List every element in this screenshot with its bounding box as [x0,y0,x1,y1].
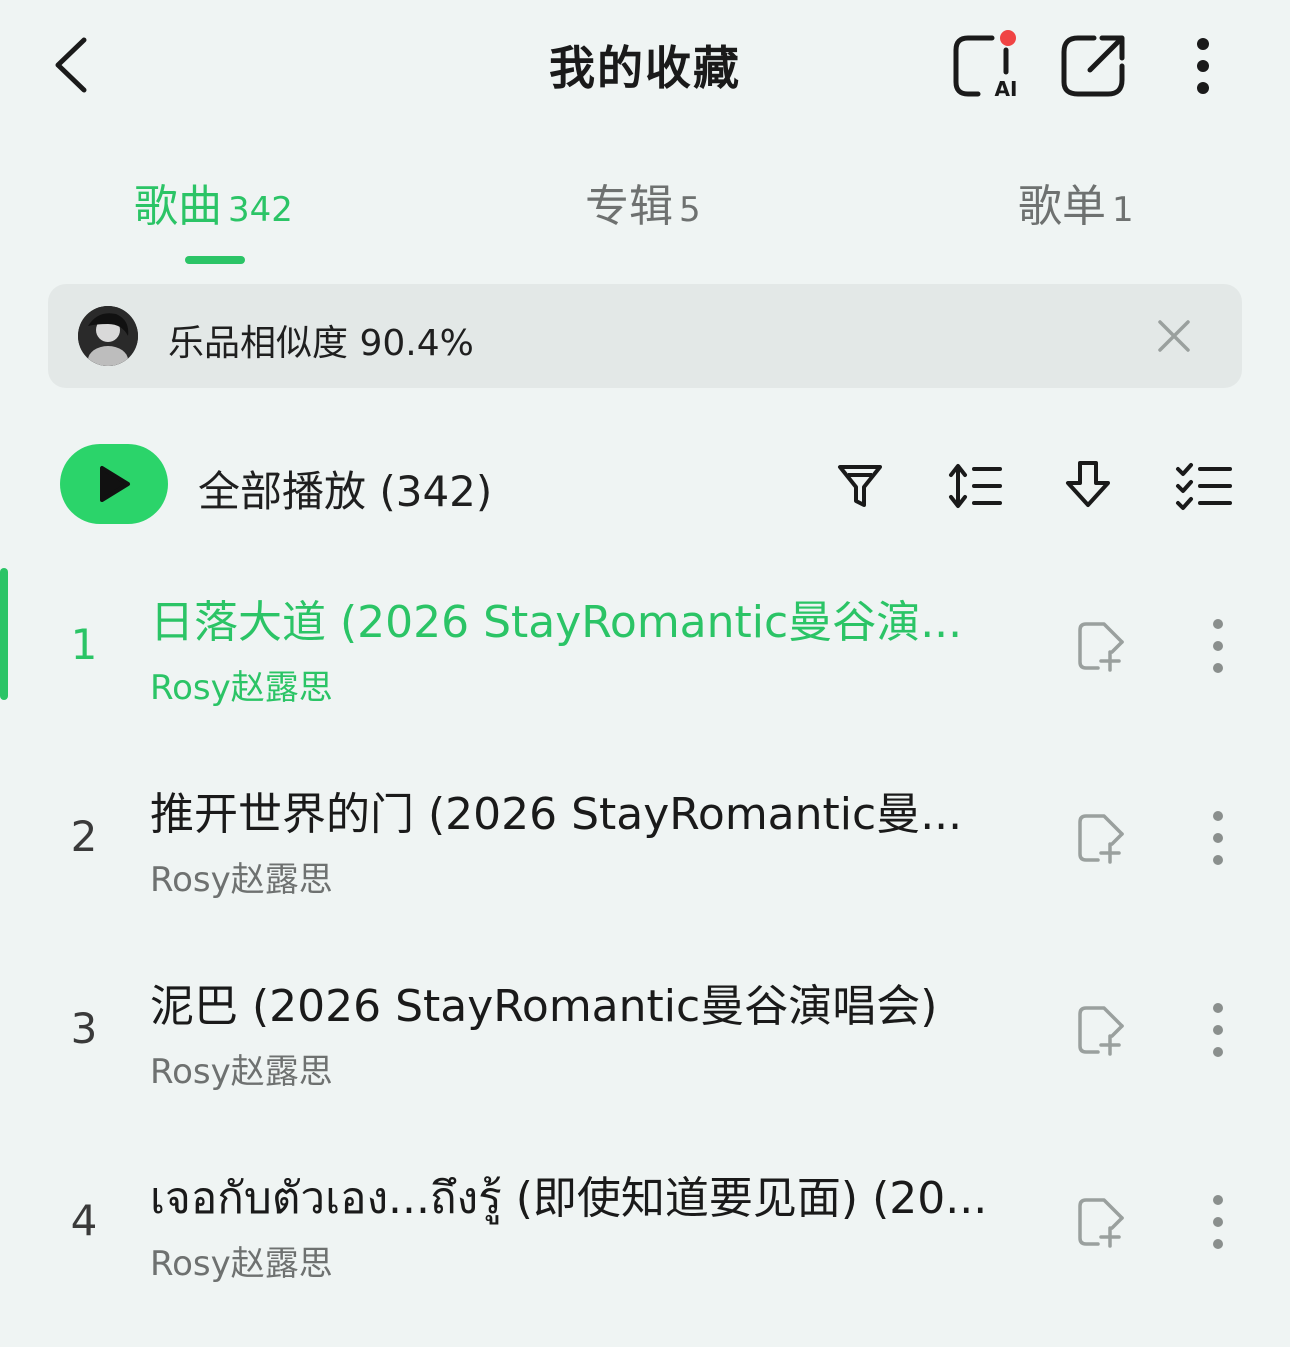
play-icon [100,466,130,502]
song-title: 日落大道 (2026 StayRomantic曼谷演... [150,597,963,648]
play-all-button[interactable] [60,444,168,524]
more-vertical-icon [1213,619,1223,673]
tab-playlists-count: 1 [1112,190,1134,230]
song-row[interactable]: 3 泥巴 (2026 StayRomantic曼谷演唱会) Rosy赵露思 [0,944,1290,1124]
multi-select-button[interactable] [1174,455,1234,515]
tab-songs[interactable]: 歌曲 342 [134,170,293,234]
song-artist: Rosy赵露思 [150,668,333,708]
add-to-playlist-button[interactable] [1072,998,1132,1058]
tab-albums-label: 专辑 [585,181,673,232]
song-title: 泥巴 (2026 StayRomantic曼谷演唱会) [150,981,938,1032]
song-more-button[interactable] [1196,1190,1240,1254]
song-more-button[interactable] [1196,806,1240,870]
download-button[interactable] [1058,455,1118,515]
similarity-text: 乐品相似度 90.4% [168,323,474,364]
tab-songs-label: 歌曲 [134,181,222,232]
add-to-playlist-button[interactable] [1072,806,1132,866]
tab-songs-count: 342 [228,190,293,230]
tab-albums[interactable]: 专辑 5 [585,170,701,234]
tab-albums-count: 5 [679,190,701,230]
multi-select-icon [1176,463,1232,510]
download-icon [1066,461,1110,507]
filter-button[interactable] [830,455,890,515]
song-index: 3 [70,1004,98,1053]
song-row[interactable]: 1 日落大道 (2026 StayRomantic曼谷演... Rosy赵露思 [0,560,1290,740]
ai-assistant-icon: AI [953,30,1018,101]
tab-playlists-label: 歌单 [1018,181,1106,232]
song-title: เจอกับตัวเอง...ถึงรู้ (即使知道要见面) (20... [150,1173,988,1224]
ai-badge-label: AI [995,77,1018,101]
share-button[interactable] [1056,28,1132,104]
close-icon [1158,320,1190,352]
play-all-label[interactable]: 全部播放 (342) [198,458,492,519]
sort-icon [949,464,1002,508]
ai-assistant-button[interactable]: AI [948,28,1024,104]
active-tab-indicator [185,256,245,264]
song-index: 2 [70,812,98,861]
add-to-playlist-icon [1078,814,1124,864]
more-vertical-icon [1197,38,1209,94]
song-more-button[interactable] [1196,614,1240,678]
song-more-button[interactable] [1196,998,1240,1062]
add-to-playlist-icon [1078,1198,1124,1248]
add-to-playlist-button[interactable] [1072,1190,1132,1250]
banner-close-button[interactable] [1150,312,1198,360]
song-index: 4 [70,1196,98,1245]
more-vertical-icon [1213,1003,1223,1057]
song-row[interactable]: 2 推开世界的门 (2026 StayRomantic曼... Rosy赵露思 [0,752,1290,932]
more-vertical-icon [1213,811,1223,865]
song-row[interactable]: 4 เจอกับตัวเอง...ถึงรู้ (即使知道要见面) (20...… [0,1136,1290,1316]
sort-button[interactable] [946,455,1006,515]
filter-icon [838,465,882,507]
song-index: 1 [70,620,98,669]
song-artist: Rosy赵露思 [150,860,333,900]
song-title: 推开世界的门 (2026 StayRomantic曼... [150,789,963,840]
song-artist: Rosy赵露思 [150,1052,333,1092]
add-to-playlist-icon [1078,1006,1124,1056]
avatar [78,306,138,366]
add-to-playlist-button[interactable] [1072,614,1132,674]
more-options-button[interactable] [1180,30,1226,102]
song-artist: Rosy赵露思 [150,1244,333,1284]
more-vertical-icon [1213,1195,1223,1249]
tab-playlists[interactable]: 歌单 1 [1018,170,1134,234]
share-icon [1061,35,1125,97]
add-to-playlist-icon [1078,622,1124,672]
